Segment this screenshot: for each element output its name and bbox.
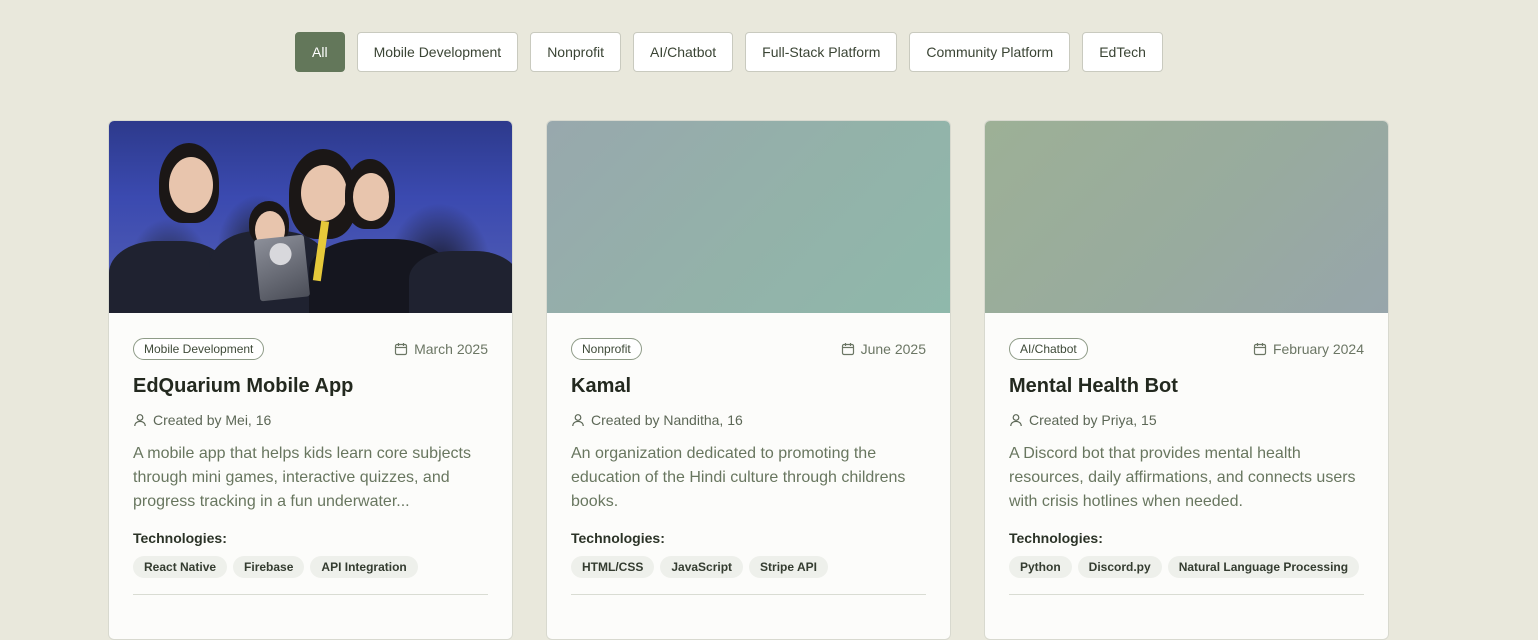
card-divider — [1009, 594, 1364, 595]
calendar-icon — [841, 342, 855, 356]
technology-tag: Natural Language Processing — [1167, 556, 1360, 578]
filter-edtech-button[interactable]: EdTech — [1082, 32, 1163, 72]
project-card[interactable]: Mobile Development March 2025 EdQuarium … — [108, 120, 513, 640]
project-title[interactable]: EdQuarium Mobile App — [133, 375, 488, 398]
project-image-team-award-photo — [109, 121, 512, 313]
technology-tag: React Native — [133, 556, 228, 578]
filter-mobile-development-button[interactable]: Mobile Development — [356, 32, 519, 72]
technology-tag: Firebase — [233, 556, 305, 578]
project-description: A mobile app that helps kids learn core … — [133, 445, 471, 510]
user-icon — [1009, 413, 1023, 427]
project-card[interactable]: Nonprofit June 2025 Kamal Created by Nan… — [546, 120, 951, 640]
calendar-icon — [394, 342, 408, 356]
calendar-icon — [1253, 342, 1267, 356]
category-badge: Nonprofit — [571, 338, 642, 360]
category-badge: AI/Chatbot — [1009, 338, 1088, 360]
user-icon — [571, 413, 585, 427]
technology-list: HTML/CSS JavaScript Stripe API — [571, 556, 926, 578]
technology-tag: API Integration — [310, 556, 418, 578]
project-title[interactable]: Mental Health Bot — [1009, 375, 1364, 398]
filter-community-platform-button[interactable]: Community Platform — [909, 32, 1071, 72]
project-author: Created by Nanditha, 16 — [571, 412, 926, 428]
project-author: Created by Mei, 16 — [133, 412, 488, 428]
technologies-label: Technologies: — [571, 530, 665, 546]
technology-tag: JavaScript — [660, 556, 744, 578]
technology-tag: Discord.py — [1077, 556, 1162, 578]
technology-list: Python Discord.py Natural Language Proce… — [1009, 556, 1364, 578]
author-text: Created by Mei, 16 — [153, 412, 272, 428]
filter-ai-chatbot-button[interactable]: AI/Chatbot — [633, 32, 734, 72]
project-author: Created by Priya, 15 — [1009, 412, 1364, 428]
technology-tag: Stripe API — [749, 556, 828, 578]
project-image-gradient-placeholder-green — [985, 121, 1388, 313]
technology-tag: HTML/CSS — [571, 556, 655, 578]
technology-list: React Native Firebase API Integration — [133, 556, 488, 578]
card-divider — [133, 594, 488, 595]
category-filter-bar: All Mobile Development Nonprofit AI/Chat… — [295, 32, 1163, 72]
card-divider — [571, 594, 926, 595]
date-text: March 2025 — [414, 341, 488, 357]
project-title[interactable]: Kamal — [571, 375, 926, 398]
project-date: March 2025 — [394, 341, 488, 357]
author-text: Created by Priya, 15 — [1029, 412, 1157, 428]
filter-full-stack-platform-button[interactable]: Full-Stack Platform — [745, 32, 898, 72]
project-description: A Discord bot that provides mental healt… — [1009, 445, 1356, 510]
technology-tag: Python — [1009, 556, 1072, 578]
project-description: An organization dedicated to promoting t… — [571, 445, 906, 510]
user-icon — [133, 413, 147, 427]
project-image-gradient-placeholder-teal — [547, 121, 950, 313]
author-text: Created by Nanditha, 16 — [591, 412, 743, 428]
project-date: June 2025 — [841, 341, 926, 357]
date-text: February 2024 — [1272, 341, 1364, 357]
date-text: June 2025 — [860, 341, 926, 357]
technologies-label: Technologies: — [133, 530, 227, 546]
filter-nonprofit-button[interactable]: Nonprofit — [530, 32, 621, 72]
project-date: February 2024 — [1253, 341, 1364, 357]
project-card[interactable]: AI/Chatbot February 2024 Mental Health B… — [984, 120, 1389, 640]
project-grid: Mobile Development March 2025 EdQuarium … — [108, 120, 1389, 640]
filter-all-button[interactable]: All — [295, 32, 345, 72]
technologies-label: Technologies: — [1009, 530, 1103, 546]
category-badge: Mobile Development — [133, 338, 265, 360]
